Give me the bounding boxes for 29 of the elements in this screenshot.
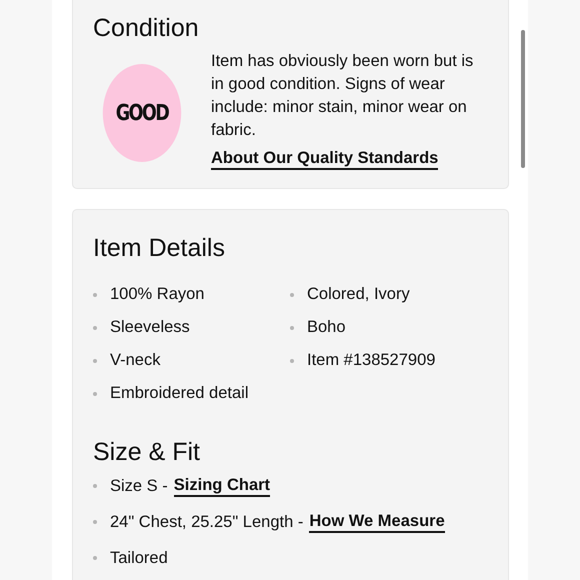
size-item: 24" Chest, 25.25" Length -	[110, 512, 304, 532]
quality-standards-link[interactable]: About Our Quality Standards	[211, 148, 438, 170]
bullet-icon	[93, 326, 97, 330]
detail-item: Sleeveless	[110, 318, 190, 337]
detail-item: V-neck	[110, 351, 160, 370]
bullet-icon	[93, 556, 97, 560]
bullet-icon	[290, 326, 294, 330]
detail-item: Colored, Ivory	[307, 285, 410, 304]
size-item: Size S -	[110, 476, 168, 496]
section-title: Size & Fit	[93, 437, 201, 468]
section-title: Item Details	[93, 233, 226, 264]
detail-item: Embroidered detail	[110, 384, 248, 403]
bullet-icon	[290, 292, 294, 296]
detail-item: Item #138527909	[307, 351, 436, 370]
size-link[interactable]: How We Measure	[309, 511, 445, 533]
bullet-icon	[93, 392, 97, 396]
condition-description: Item has obviously been worn but is in good condition. Signs of wear include: minor stain, minor wear on fabric.	[211, 51, 474, 141]
bullet-icon	[93, 484, 97, 488]
detail-item: 100% Rayon	[110, 285, 204, 304]
bullet-icon	[93, 520, 97, 524]
size-item: Tailored	[110, 548, 168, 568]
condition-grade-badge: GOOD	[102, 64, 182, 162]
bullet-icon	[93, 292, 97, 296]
bullet-icon	[290, 358, 294, 362]
detail-item: Boho	[307, 318, 346, 337]
bullet-icon	[93, 358, 97, 362]
scrollbar[interactable]	[521, 30, 525, 168]
section-title: Condition	[93, 13, 200, 44]
size-link[interactable]: Sizing Chart	[174, 475, 270, 497]
